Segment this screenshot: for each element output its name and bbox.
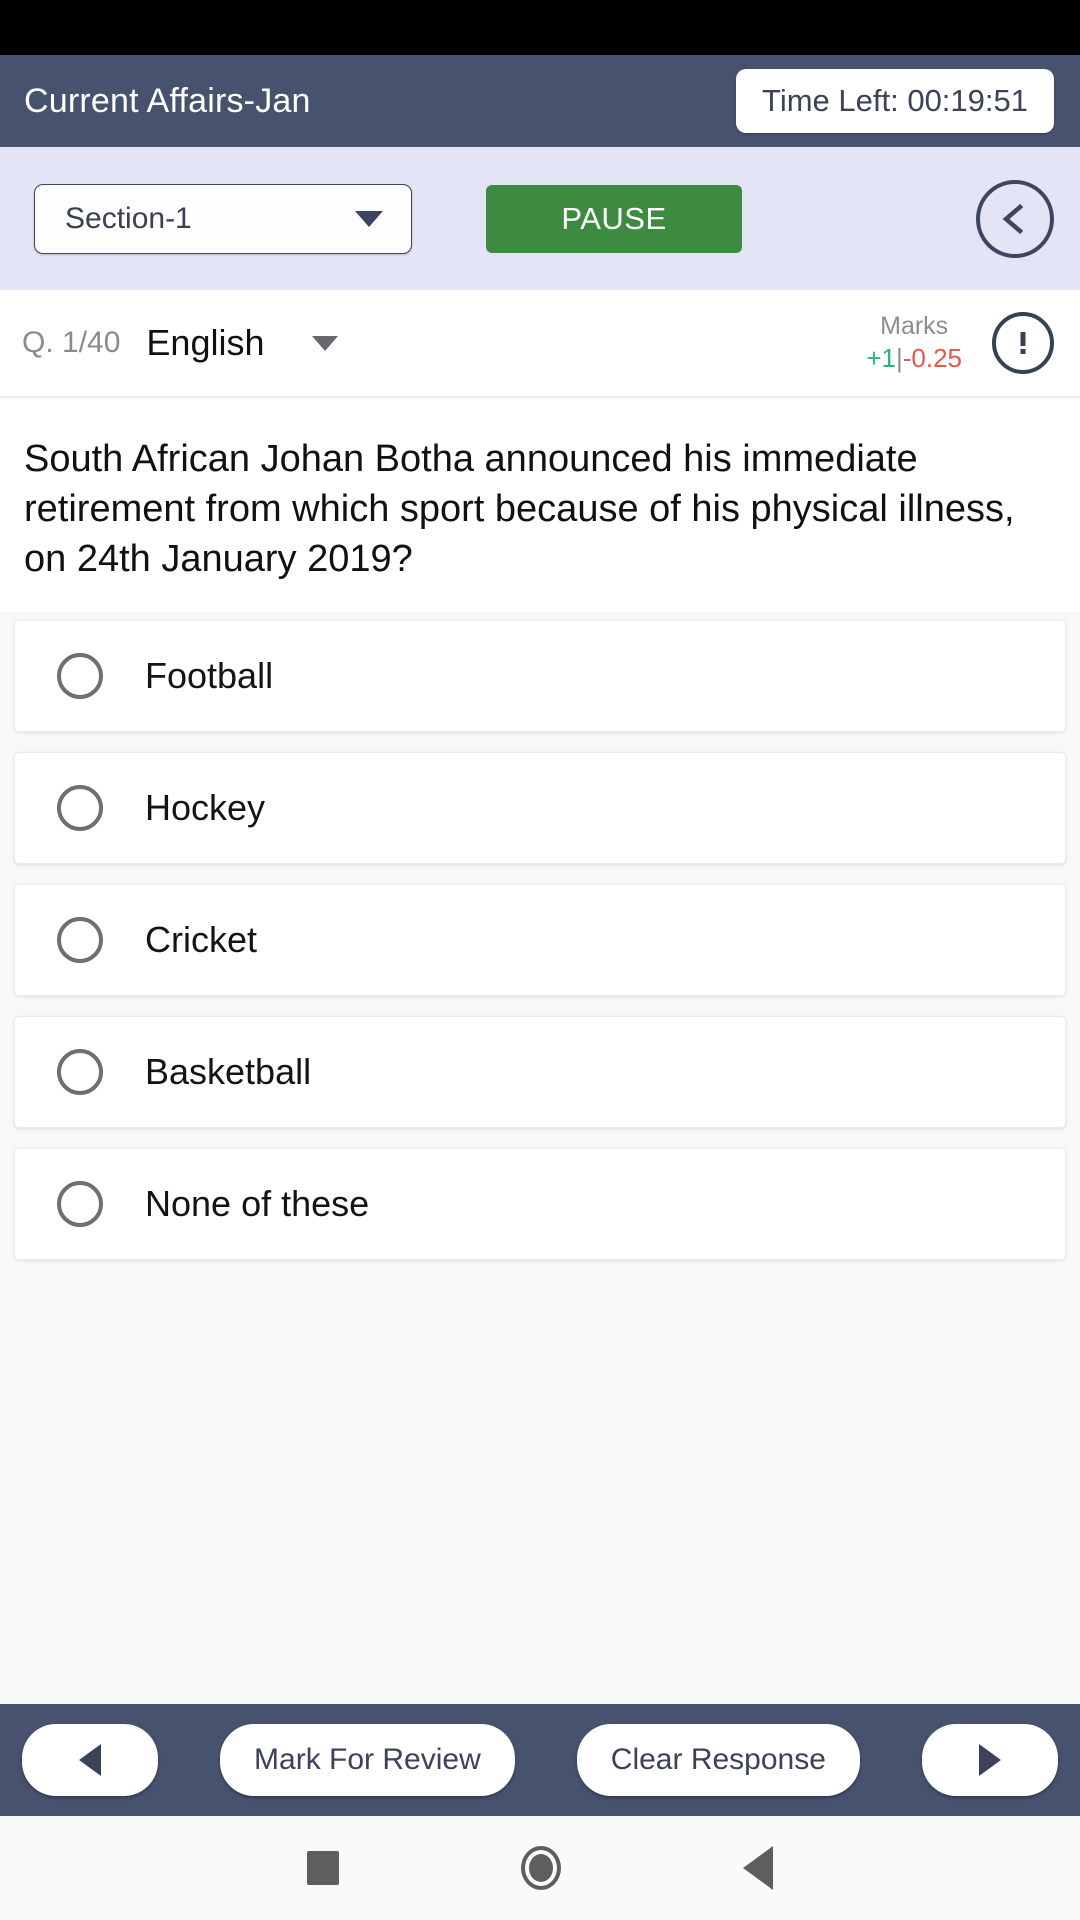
question-index: Q. 1/40 [22, 326, 121, 359]
app-header: Current Affairs-Jan Time Left: 00:19:51 [0, 55, 1080, 147]
page-title: Current Affairs-Jan [24, 81, 311, 120]
chevron-left-circle-icon[interactable] [976, 179, 1054, 258]
option-2[interactable]: Cricket [14, 884, 1066, 997]
triangle-back-icon[interactable] [743, 1846, 773, 1890]
question-body: South African Johan Botha announced his … [0, 398, 1080, 613]
marks-info: Marks +1|-0.25 [866, 311, 962, 375]
marks-separator: | [895, 343, 903, 374]
radio-icon[interactable] [57, 653, 103, 700]
next-question-button[interactable] [921, 1724, 1058, 1796]
option-1[interactable]: Hockey [14, 752, 1066, 865]
section-bar: Section-1 PAUSE [0, 147, 1080, 290]
option-4[interactable]: None of these [14, 1148, 1066, 1261]
mark-for-review-button[interactable]: Mark For Review [220, 1724, 515, 1796]
marks-positive: +1 [866, 343, 896, 374]
timer-display: Time Left: 00:19:51 [736, 69, 1054, 133]
clear-response-button[interactable]: Clear Response [576, 1724, 860, 1796]
marks-title: Marks [880, 312, 949, 341]
radio-icon[interactable] [57, 1181, 103, 1228]
triangle-right-icon [978, 1744, 1001, 1776]
option-label: Football [145, 655, 274, 697]
chevron-down-icon [355, 210, 383, 227]
option-label: Hockey [145, 787, 266, 829]
section-dropdown[interactable]: Section-1 [34, 183, 412, 254]
option-label: None of these [145, 1183, 370, 1225]
option-label: Basketball [145, 1051, 312, 1093]
app-screen: Current Affairs-Jan Time Left: 00:19:51 … [0, 0, 1080, 1920]
language-dropdown-label: English [146, 322, 265, 363]
option-label: Cricket [145, 919, 258, 961]
question-meta-row: Q. 1/40 English Marks +1|-0.25 [0, 290, 1080, 398]
triangle-left-icon [79, 1744, 101, 1776]
radio-icon[interactable] [57, 1049, 103, 1096]
exclamation-circle-icon[interactable] [992, 312, 1054, 374]
android-nav-bar [0, 1816, 1080, 1920]
radio-icon[interactable] [57, 785, 103, 832]
previous-question-button[interactable] [22, 1724, 158, 1796]
square-recents-icon[interactable] [307, 1851, 339, 1885]
circle-home-icon[interactable] [521, 1846, 561, 1890]
option-0[interactable]: Football [14, 620, 1066, 733]
section-dropdown-label: Section-1 [65, 201, 192, 235]
chevron-down-icon [312, 335, 339, 351]
radio-icon[interactable] [57, 917, 103, 964]
language-dropdown[interactable]: English [146, 322, 339, 364]
action-bar: Mark For Review Clear Response [0, 1704, 1080, 1816]
question-text: South African Johan Botha announced his … [24, 438, 1015, 581]
marks-values: +1|-0.25 [866, 342, 962, 375]
status-bar [0, 0, 1080, 55]
options-list: Football Hockey Cricket Basketball None … [0, 612, 1080, 1704]
option-3[interactable]: Basketball [14, 1016, 1066, 1129]
pause-button[interactable]: PAUSE [486, 184, 742, 253]
marks-negative: -0.25 [902, 343, 962, 374]
